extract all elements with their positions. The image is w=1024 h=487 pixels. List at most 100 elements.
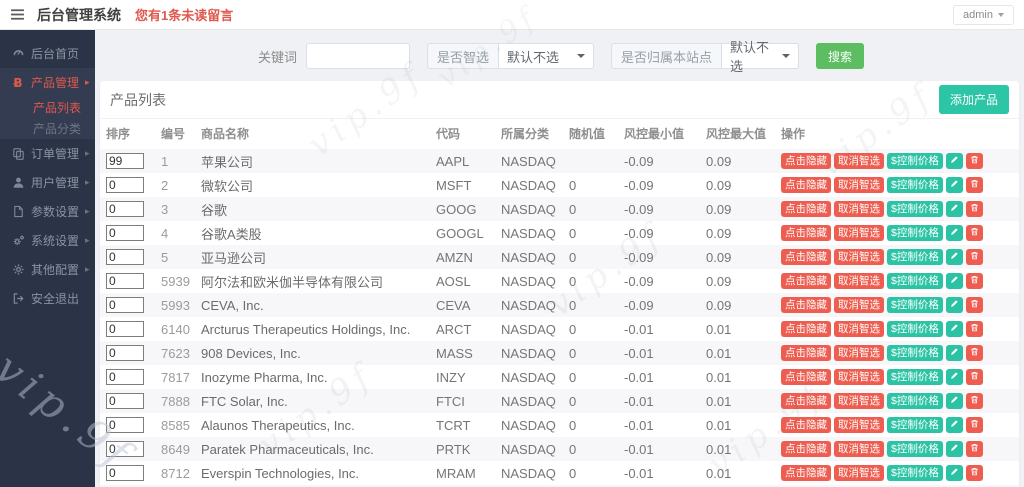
keyword-input[interactable]: [306, 43, 411, 69]
hide-button[interactable]: 点击隐藏: [781, 224, 831, 242]
edit-button[interactable]: [945, 345, 963, 361]
cancel-featured-button[interactable]: 取消智选: [834, 224, 884, 242]
cancel-featured-button[interactable]: 取消智选: [834, 296, 884, 314]
edit-button[interactable]: [945, 441, 963, 457]
hide-button[interactable]: 点击隐藏: [781, 176, 831, 194]
delete-button[interactable]: [965, 249, 983, 265]
cancel-featured-button[interactable]: 取消智选: [834, 416, 884, 434]
edit-button[interactable]: [945, 177, 963, 193]
control-price-button[interactable]: $控制价格: [887, 200, 943, 218]
hide-button[interactable]: 点击隐藏: [781, 200, 831, 218]
delete-button[interactable]: [965, 393, 983, 409]
sort-input[interactable]: [106, 321, 144, 337]
sidebar-item-order-management[interactable]: 订单管理 ▸: [0, 139, 95, 168]
sidebar-item-product-list[interactable]: 产品列表: [0, 97, 95, 118]
edit-button[interactable]: [945, 201, 963, 217]
control-price-button[interactable]: $控制价格: [887, 152, 943, 170]
cancel-featured-button[interactable]: 取消智选: [834, 392, 884, 410]
edit-button[interactable]: [945, 393, 963, 409]
sort-input[interactable]: [106, 417, 144, 433]
cancel-featured-button[interactable]: 取消智选: [834, 176, 884, 194]
sort-input[interactable]: [106, 225, 144, 241]
sort-input[interactable]: [106, 249, 144, 265]
control-price-button[interactable]: $控制价格: [887, 224, 943, 242]
sort-input[interactable]: [106, 177, 144, 193]
sidebar-item-system-settings[interactable]: 系统设置 ▸: [0, 226, 95, 255]
control-price-button[interactable]: $控制价格: [887, 368, 943, 386]
delete-button[interactable]: [965, 201, 983, 217]
control-price-button[interactable]: $控制价格: [887, 248, 943, 266]
edit-button[interactable]: [945, 249, 963, 265]
cancel-featured-button[interactable]: 取消智选: [834, 320, 884, 338]
cancel-featured-button[interactable]: 取消智选: [834, 344, 884, 362]
control-price-button[interactable]: $控制价格: [887, 296, 943, 314]
unread-message-link[interactable]: 您有1条未读留言: [135, 5, 233, 24]
cancel-featured-button[interactable]: 取消智选: [834, 248, 884, 266]
cancel-featured-button[interactable]: 取消智选: [834, 368, 884, 386]
delete-button[interactable]: [965, 465, 983, 481]
site-select[interactable]: 默认不选: [721, 40, 800, 74]
control-price-button[interactable]: $控制价格: [887, 416, 943, 434]
add-product-button[interactable]: 添加产品: [938, 85, 1009, 114]
cancel-featured-button[interactable]: 取消智选: [834, 464, 884, 482]
delete-button[interactable]: [965, 273, 983, 289]
menu-icon[interactable]: [10, 8, 25, 21]
sort-input[interactable]: [106, 465, 144, 481]
delete-button[interactable]: [965, 369, 983, 385]
edit-button[interactable]: [945, 273, 963, 289]
delete-button[interactable]: [965, 297, 983, 313]
sort-input[interactable]: [106, 297, 144, 313]
sidebar-item-user-management[interactable]: 用户管理 ▸: [0, 168, 95, 197]
control-price-button[interactable]: $控制价格: [887, 344, 943, 362]
delete-button[interactable]: [965, 417, 983, 433]
sort-input[interactable]: [106, 393, 144, 409]
sidebar-item-home[interactable]: 后台首页: [0, 39, 95, 68]
cancel-featured-button[interactable]: 取消智选: [834, 272, 884, 290]
sort-input[interactable]: [106, 201, 144, 217]
edit-button[interactable]: [945, 465, 963, 481]
sidebar-item-product-category[interactable]: 产品分类: [0, 118, 95, 139]
cancel-featured-button[interactable]: 取消智选: [834, 152, 884, 170]
control-price-button[interactable]: $控制价格: [887, 272, 943, 290]
admin-dropdown[interactable]: admin: [953, 4, 1014, 25]
control-price-button[interactable]: $控制价格: [887, 464, 943, 482]
sort-input[interactable]: [106, 345, 144, 361]
edit-button[interactable]: [945, 369, 963, 385]
hide-button[interactable]: 点击隐藏: [781, 464, 831, 482]
hide-button[interactable]: 点击隐藏: [781, 296, 831, 314]
delete-button[interactable]: [965, 153, 983, 169]
edit-button[interactable]: [945, 321, 963, 337]
hide-button[interactable]: 点击隐藏: [781, 440, 831, 458]
control-price-button[interactable]: $控制价格: [887, 392, 943, 410]
delete-button[interactable]: [965, 321, 983, 337]
hide-button[interactable]: 点击隐藏: [781, 152, 831, 170]
delete-button[interactable]: [965, 345, 983, 361]
cancel-featured-button[interactable]: 取消智选: [834, 200, 884, 218]
edit-button[interactable]: [945, 297, 963, 313]
hide-button[interactable]: 点击隐藏: [781, 392, 831, 410]
delete-button[interactable]: [965, 225, 983, 241]
cancel-featured-button[interactable]: 取消智选: [834, 440, 884, 458]
edit-button[interactable]: [945, 225, 963, 241]
sort-input[interactable]: [106, 369, 144, 385]
hide-button[interactable]: 点击隐藏: [781, 320, 831, 338]
sort-input[interactable]: [106, 153, 144, 169]
control-price-button[interactable]: $控制价格: [887, 440, 943, 458]
hide-button[interactable]: 点击隐藏: [781, 416, 831, 434]
edit-button[interactable]: [945, 417, 963, 433]
sort-input[interactable]: [106, 273, 144, 289]
hide-button[interactable]: 点击隐藏: [781, 248, 831, 266]
sort-input[interactable]: [106, 441, 144, 457]
delete-button[interactable]: [965, 177, 983, 193]
sidebar-item-logout[interactable]: 安全退出: [0, 284, 95, 313]
delete-button[interactable]: [965, 441, 983, 457]
sidebar-item-param-settings[interactable]: 参数设置 ▸: [0, 197, 95, 226]
hide-button[interactable]: 点击隐藏: [781, 272, 831, 290]
control-price-button[interactable]: $控制价格: [887, 320, 943, 338]
search-button[interactable]: 搜索: [816, 43, 865, 69]
featured-select[interactable]: 默认不选: [498, 43, 595, 69]
hide-button[interactable]: 点击隐藏: [781, 368, 831, 386]
hide-button[interactable]: 点击隐藏: [781, 344, 831, 362]
sidebar-item-other-config[interactable]: 其他配置 ▸: [0, 255, 95, 284]
control-price-button[interactable]: $控制价格: [887, 176, 943, 194]
